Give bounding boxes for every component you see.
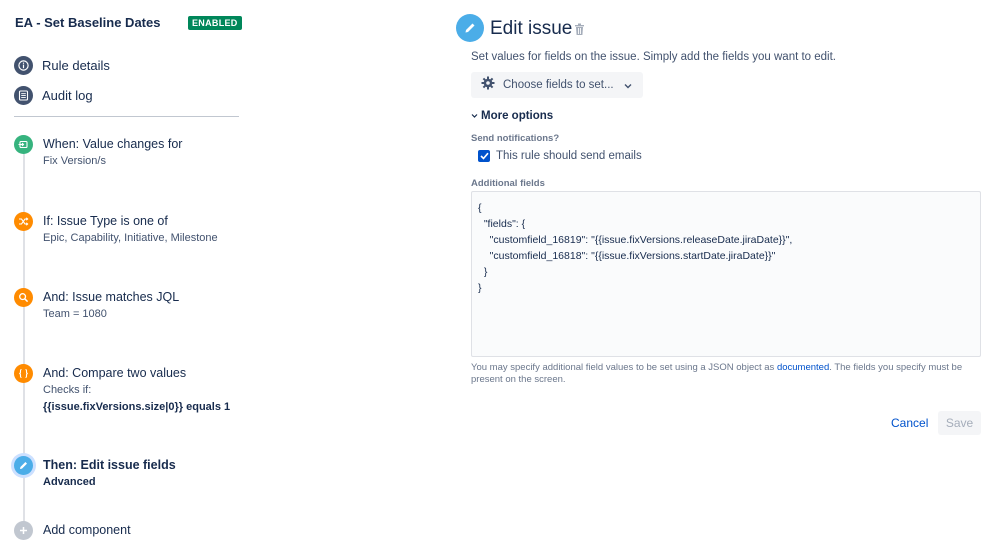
help-text-before: You may specify additional field values … bbox=[471, 362, 777, 373]
page-title: Edit issue bbox=[490, 18, 573, 39]
json-line: { bbox=[478, 202, 482, 214]
step-title: When: Value changes for bbox=[43, 137, 183, 151]
editor-description: Set values for fields on the issue. Simp… bbox=[471, 51, 837, 63]
rule-details-link[interactable]: Rule details bbox=[14, 55, 110, 75]
shuffle-icon bbox=[14, 212, 33, 231]
trash-icon[interactable] bbox=[574, 23, 585, 41]
pencil-icon bbox=[14, 456, 33, 475]
checkmark-icon bbox=[479, 152, 489, 160]
divider bbox=[14, 116, 239, 117]
chevron-down-icon bbox=[471, 114, 478, 118]
step-title: And: Compare two values bbox=[43, 366, 187, 380]
plus-icon bbox=[14, 521, 33, 540]
rule-sidebar: EA - Set Baseline Dates ENABLED Rule det… bbox=[0, 0, 250, 552]
more-options-toggle[interactable]: More options bbox=[471, 110, 553, 122]
help-text: You may specify additional field values … bbox=[471, 362, 986, 386]
braces-icon bbox=[14, 364, 33, 383]
audit-log-link[interactable]: Audit log bbox=[14, 85, 93, 105]
json-line: } bbox=[478, 266, 488, 278]
list-icon bbox=[14, 85, 33, 105]
json-line: "customfield_16818": "{{issue.fixVersion… bbox=[478, 250, 776, 262]
gear-icon bbox=[481, 76, 495, 95]
json-line: "customfield_16819": "{{issue.fixVersion… bbox=[478, 234, 793, 246]
rule-title: EA - Set Baseline Dates bbox=[15, 15, 161, 30]
additional-fields-label: Additional fields bbox=[471, 178, 545, 189]
info-icon bbox=[14, 55, 33, 75]
send-emails-label[interactable]: This rule should send emails bbox=[496, 150, 642, 162]
json-line: "fields": { bbox=[478, 218, 526, 230]
chevron-down-icon bbox=[624, 76, 632, 94]
cancel-button[interactable]: Cancel bbox=[884, 411, 935, 435]
step-subtitle: Team = 1080 bbox=[43, 308, 107, 320]
audit-log-label: Audit log bbox=[42, 87, 93, 103]
add-component-label: Add component bbox=[43, 523, 131, 537]
save-button[interactable]: Save bbox=[938, 411, 981, 435]
step-title: If: Issue Type is one of bbox=[43, 214, 168, 228]
search-icon bbox=[14, 288, 33, 307]
choose-fields-label: Choose fields to set... bbox=[503, 79, 614, 91]
trigger-icon bbox=[14, 135, 33, 154]
step-detail: {{issue.fixVersions.size|0}} equals 1 bbox=[43, 401, 231, 413]
json-line: } bbox=[478, 282, 482, 294]
send-notifications-label: Send notifications? bbox=[471, 133, 560, 144]
additional-fields-textarea[interactable]: { "fields": { "customfield_16819": "{{is… bbox=[471, 191, 981, 357]
step-title: And: Issue matches JQL bbox=[43, 290, 180, 304]
documented-link[interactable]: documented bbox=[777, 362, 829, 373]
send-emails-checkbox[interactable] bbox=[478, 150, 490, 162]
rule-details-label: Rule details bbox=[42, 57, 110, 73]
choose-fields-dropdown[interactable]: Choose fields to set... bbox=[471, 72, 643, 98]
step-title: Then: Edit issue fields bbox=[43, 458, 176, 472]
step-subtitle: Advanced bbox=[43, 476, 96, 488]
status-badge: ENABLED bbox=[188, 16, 242, 30]
step-subtitle: Fix Version/s bbox=[43, 155, 106, 167]
more-options-label: More options bbox=[481, 110, 554, 122]
edit-issue-icon bbox=[456, 14, 484, 42]
step-subtitle: Epic, Capability, Initiative, Milestone bbox=[43, 232, 218, 244]
step-subtitle: Checks if: bbox=[43, 384, 92, 396]
